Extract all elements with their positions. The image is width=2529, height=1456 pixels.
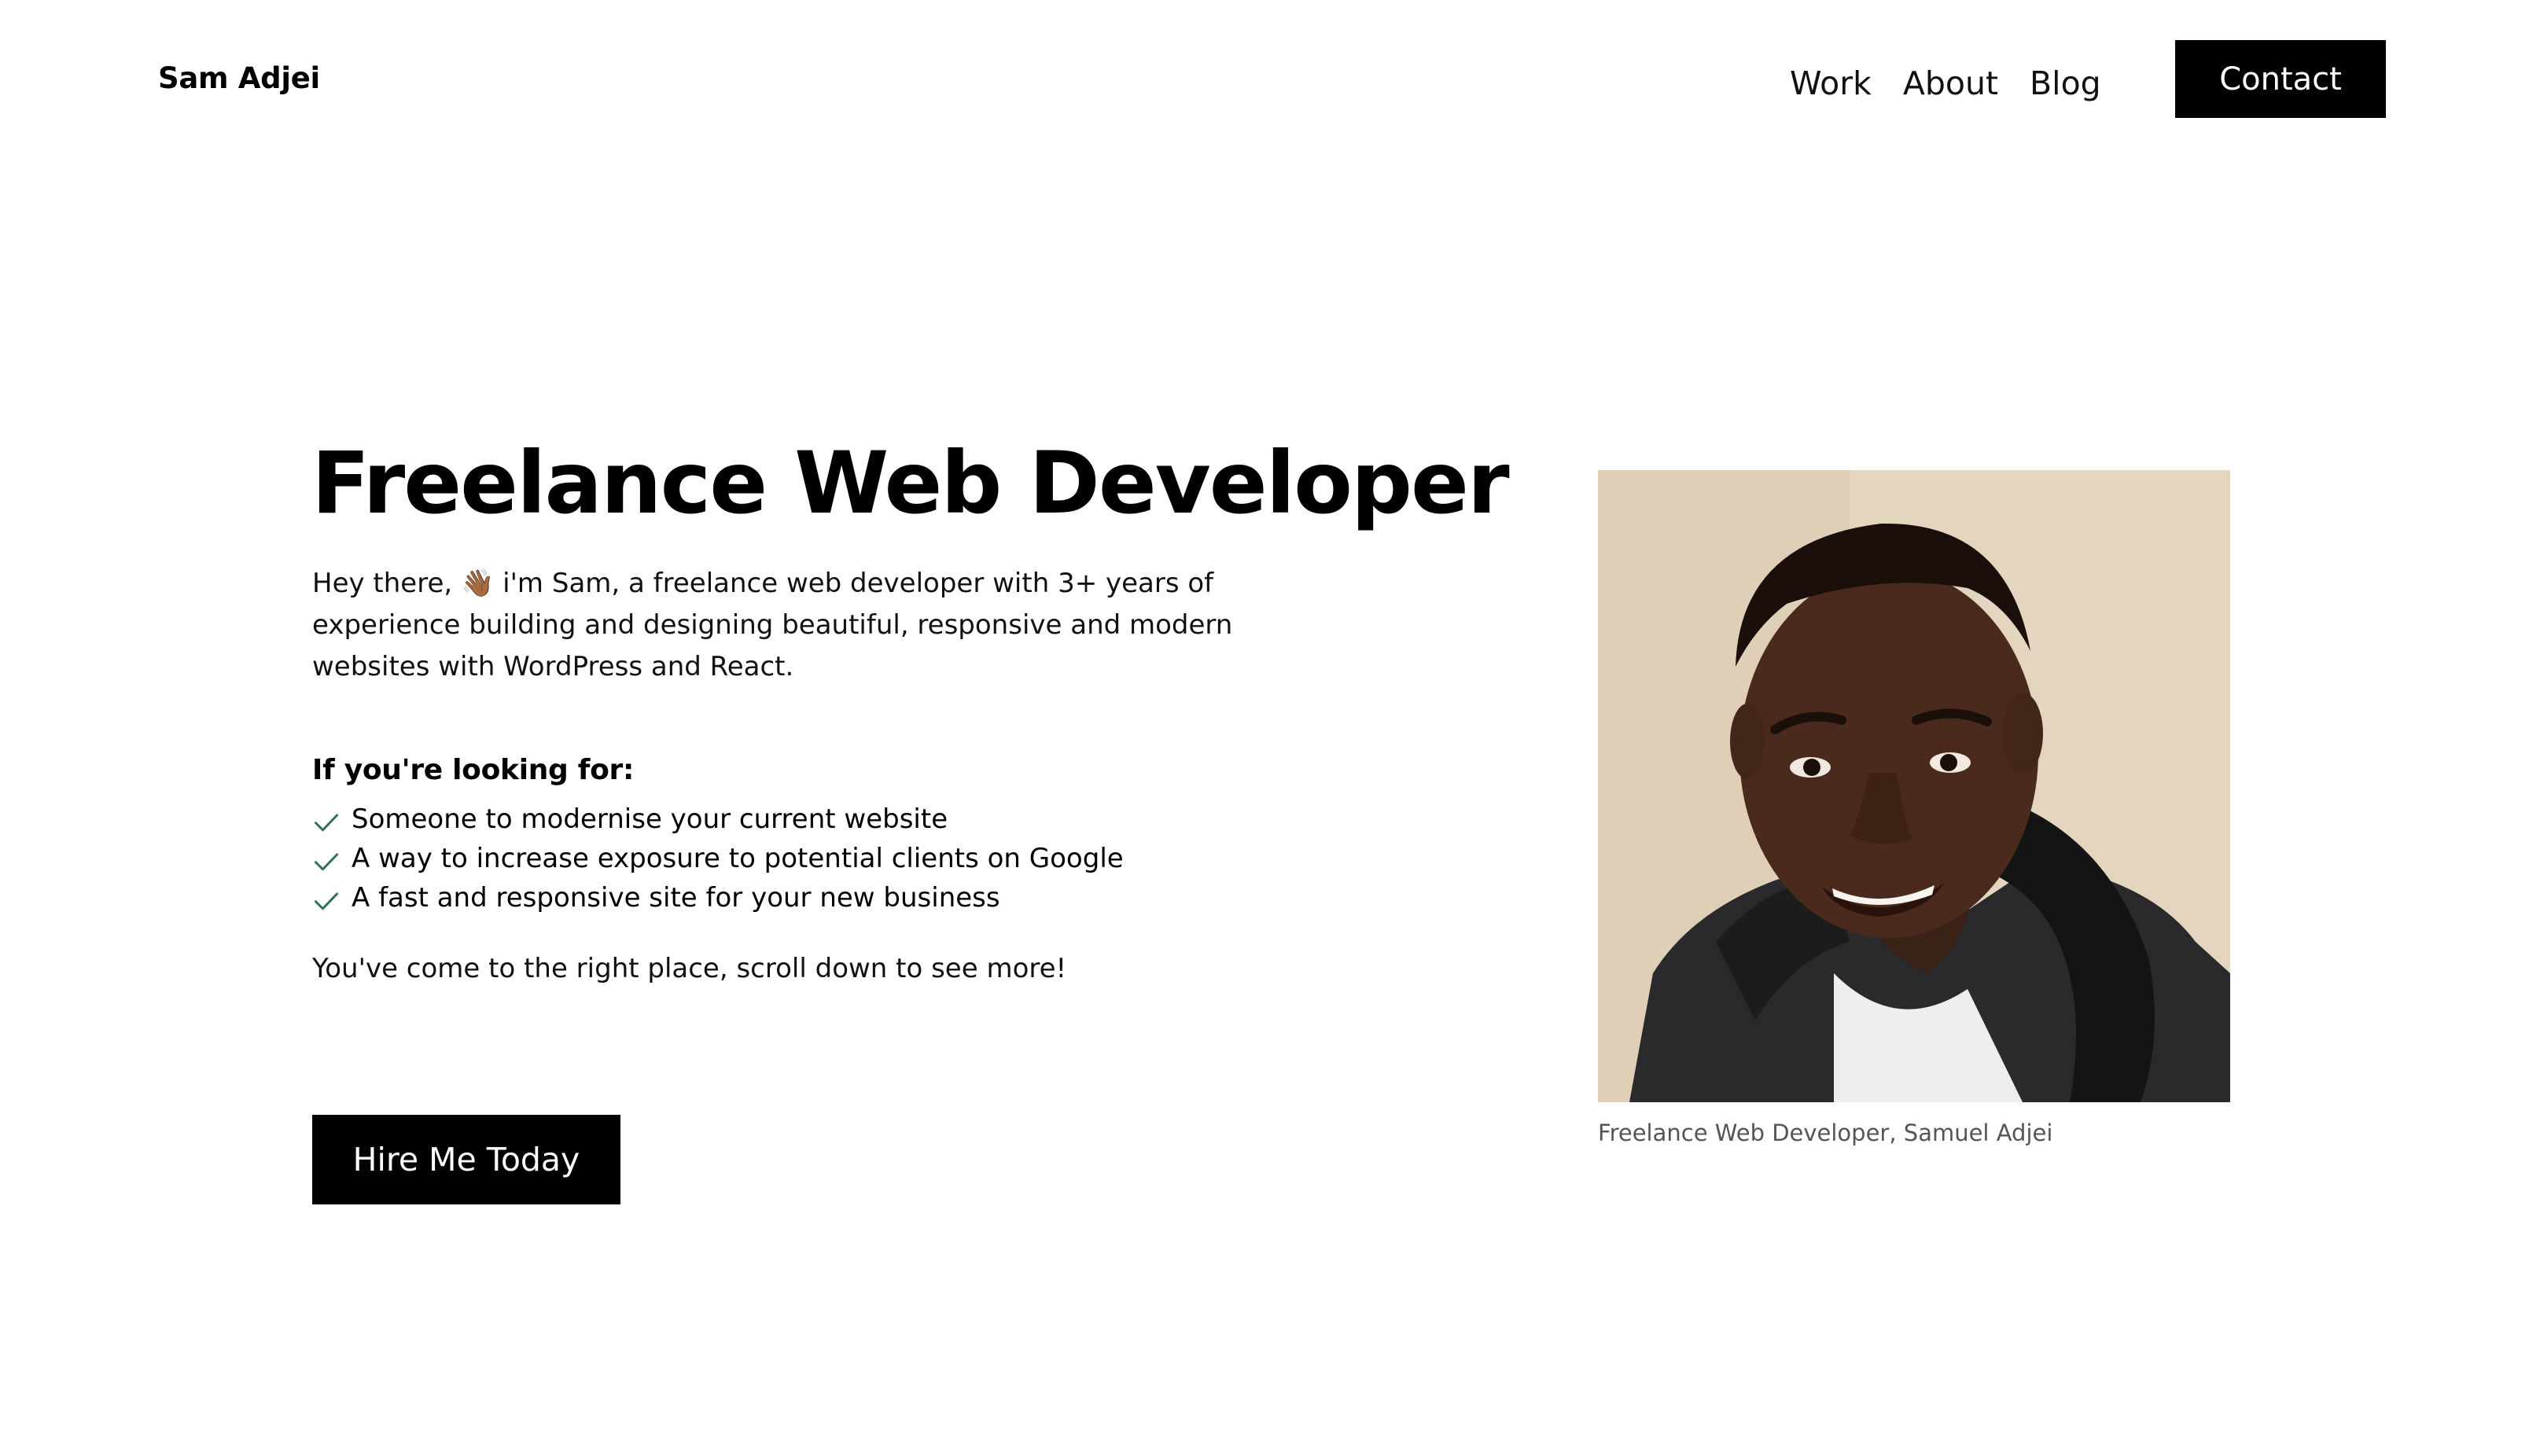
contact-button[interactable]: Contact (2175, 40, 2386, 118)
nav-link-blog[interactable]: Blog (2030, 61, 2101, 105)
waving-hand-icon: 👋🏾 (460, 568, 495, 599)
check-icon (312, 887, 341, 915)
portrait-photo (1598, 470, 2230, 1102)
portrait-illustration (1598, 470, 2230, 1102)
portrait-caption: Freelance Web Developer, Samuel Adjei (1598, 1120, 2053, 1146)
checklist-item-text: A fast and responsive site for your new … (352, 882, 1000, 914)
brand-logo-link[interactable]: Sam Adjei (158, 58, 320, 99)
site-header: Sam Adjei Work About Blog Contact (0, 0, 2529, 157)
hire-me-button[interactable]: Hire Me Today (312, 1115, 620, 1204)
checklist-item-text: Someone to modernise your current websit… (352, 803, 948, 835)
benefits-checklist: Someone to modernise your current websit… (312, 800, 1124, 917)
check-icon (312, 847, 341, 876)
check-icon (312, 808, 341, 836)
hero-title: Freelance Web Developer (311, 433, 1510, 533)
intro-text-start: Hey there, (312, 568, 461, 599)
hero-outro: You've come to the right place, scroll d… (312, 953, 1067, 984)
checklist-item: A fast and responsive site for your new … (312, 878, 1124, 917)
checklist-item: A way to increase exposure to potential … (312, 839, 1124, 878)
hero-intro: Hey there, 👋🏾 i'm Sam, a freelance web d… (312, 563, 1240, 688)
nav-link-work[interactable]: Work (1790, 61, 1872, 105)
nav-link-about[interactable]: About (1903, 61, 1998, 105)
looking-for-heading: If you're looking for: (312, 754, 635, 786)
checklist-item: Someone to modernise your current websit… (312, 800, 1124, 839)
main-nav: Work About Blog (1790, 61, 2101, 105)
checklist-item-text: A way to increase exposure to potential … (352, 843, 1124, 874)
